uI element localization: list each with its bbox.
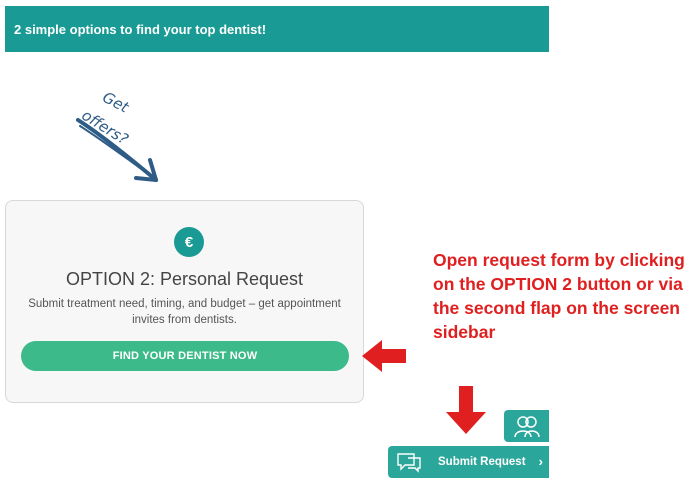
euro-icon: €: [174, 227, 204, 257]
get-offers-doodle: Get offers?: [70, 82, 170, 188]
card-description: Submit treatment need, timing, and budge…: [28, 298, 341, 326]
banner-text: 2 simple options to find your top dentis…: [14, 21, 267, 37]
option-2-card: € OPTION 2: Personal Request Submit trea…: [5, 200, 364, 403]
header-banner: 2 simple options to find your top dentis…: [5, 6, 549, 52]
instruction-annotation: Open request form by clicking on the OPT…: [433, 250, 685, 342]
find-your-dentist-button[interactable]: FIND YOUR DENTIST NOW: [21, 341, 349, 371]
card-title: OPTION 2: Personal Request: [65, 269, 304, 289]
submit-request-label: Submit Request: [438, 456, 526, 468]
sidebar-flap-dentist[interactable]: [504, 410, 549, 442]
chevron-right-icon: ›: [538, 454, 543, 469]
red-arrow-down-icon: [446, 386, 486, 434]
chat-bubble-icon: [397, 453, 421, 473]
red-arrow-left-icon: [362, 340, 406, 372]
sidebar-flap-submit-request[interactable]: Submit Request ›: [388, 446, 549, 478]
dentist-avatar-icon: [513, 416, 540, 438]
